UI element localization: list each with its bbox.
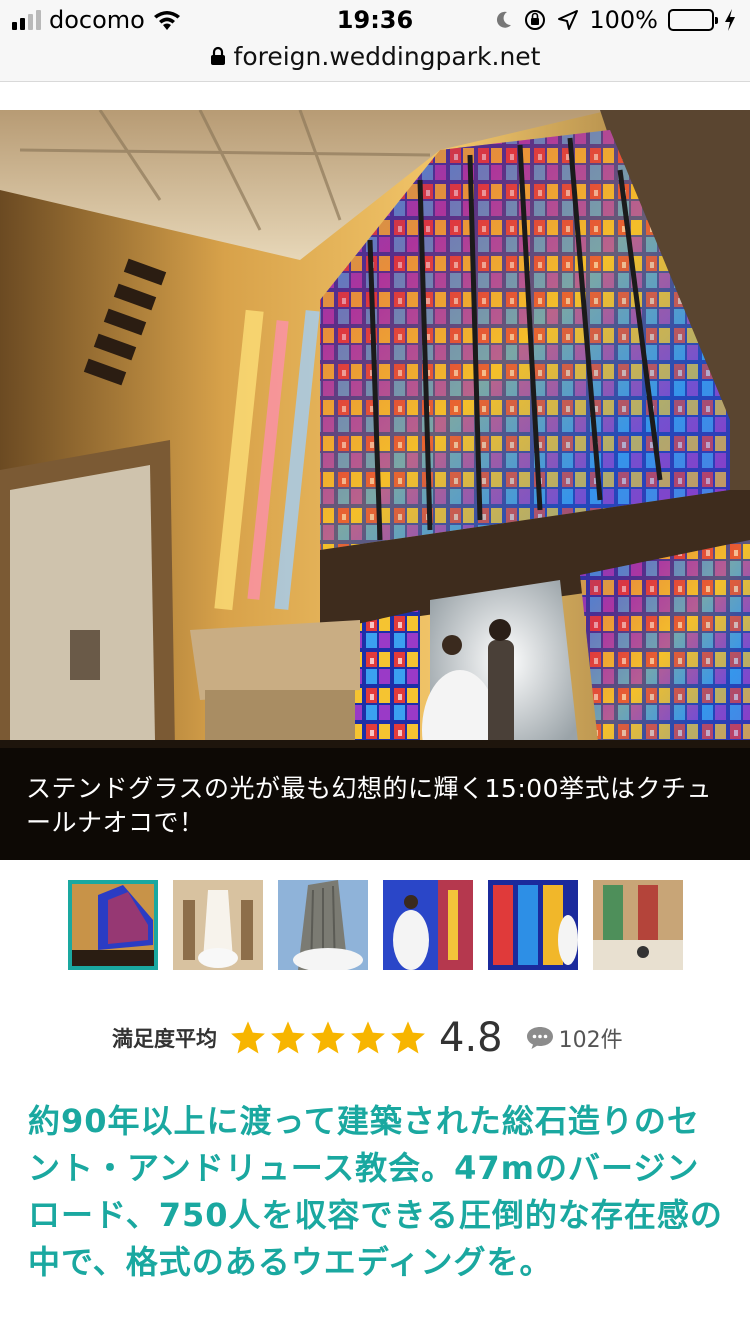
comment-icon: [526, 1027, 553, 1049]
hero-caption: ステンドグラスの光が最も幻想的に輝く15:00挙式はクチュールナオコで！: [0, 748, 750, 860]
charging-icon: [725, 9, 735, 31]
thumbnail-strip: [68, 880, 683, 970]
thumbnail-bride-stained-glass[interactable]: [383, 880, 473, 970]
star-icon: [351, 1021, 385, 1054]
lock-icon: [210, 46, 225, 65]
location-icon: [558, 10, 579, 30]
review-count: 102件: [558, 1028, 623, 1053]
battery-icon: [668, 9, 718, 31]
hero-image[interactable]: ステンドグラスの光が最も幻想的に輝く15:00挙式はクチュールナオコで！: [0, 110, 750, 860]
battery-percent: 100%: [589, 6, 658, 34]
url-text[interactable]: foreign.weddingpark.net: [234, 42, 541, 71]
star-icon: [271, 1021, 305, 1054]
star-icon: [391, 1021, 425, 1054]
rating-row: 満足度平均 4.8 102件: [112, 1015, 623, 1061]
url-bar[interactable]: foreign.weddingpark.net: [0, 40, 750, 72]
review-count-link[interactable]: 102件: [525, 1022, 623, 1054]
star-icon: [311, 1021, 345, 1054]
rating-label: 満足度平均: [112, 1027, 217, 1051]
venue-description: 約90年以上に渡って建築された総石造りのセント・アンドリュース教会。47mのバー…: [28, 1102, 723, 1281]
browser-chrome: docomo 19:36 100% foreign.weddingpark.ne…: [0, 0, 750, 82]
thumbnail-stained-glass-window[interactable]: [488, 880, 578, 970]
star-rating: [229, 1019, 427, 1057]
thumbnail-chapel-aisle[interactable]: [173, 880, 263, 970]
status-bar: docomo 19:36 100%: [0, 0, 750, 40]
orientation-lock-icon: [525, 10, 546, 30]
thumbnail-stained-glass-chapel[interactable]: [68, 880, 158, 970]
star-icon: [231, 1021, 265, 1054]
rating-score: 4.8: [439, 1015, 503, 1061]
moon-icon: [497, 11, 512, 28]
thumbnail-church-exterior[interactable]: [278, 880, 368, 970]
thumbnail-wedding-party[interactable]: [593, 880, 683, 970]
